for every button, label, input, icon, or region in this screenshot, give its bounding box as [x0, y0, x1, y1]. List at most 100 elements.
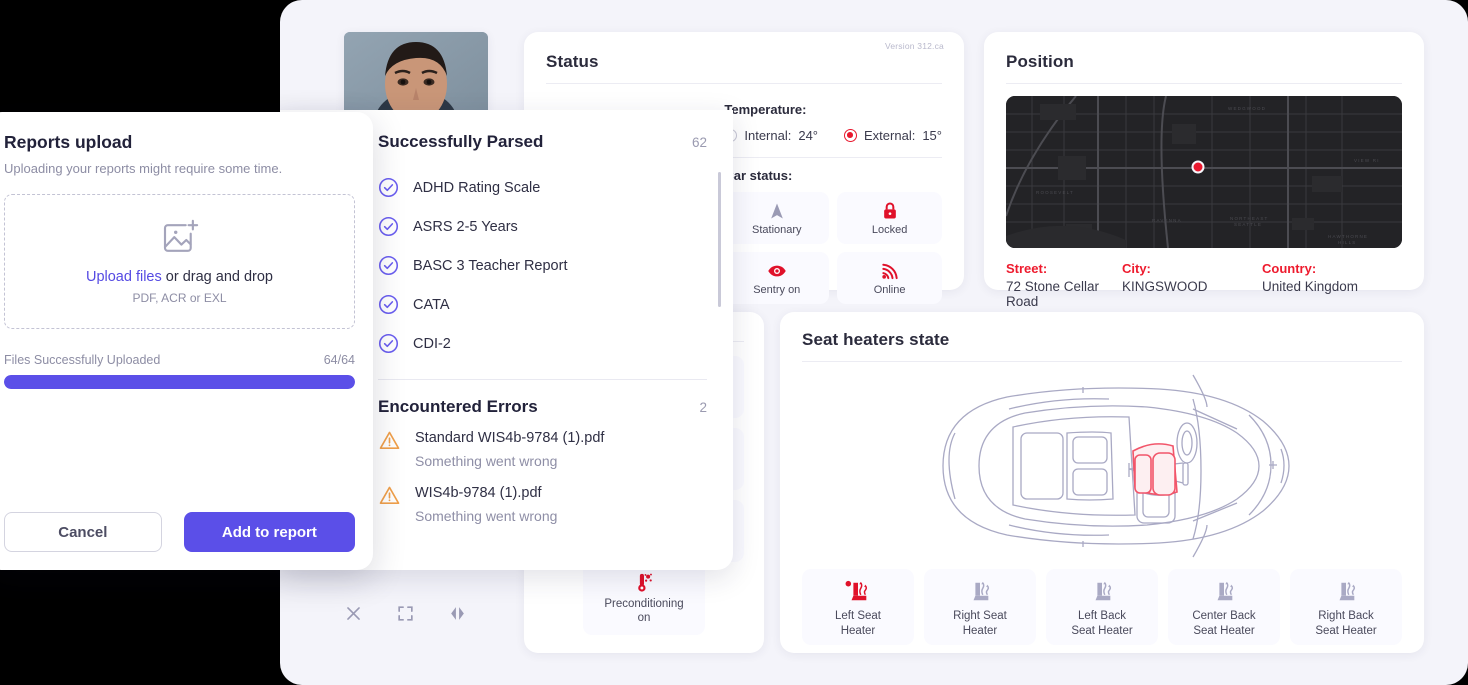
address-key: Country: — [1262, 261, 1317, 276]
list-item-label: CATA — [413, 296, 450, 313]
progress-bar — [4, 375, 355, 389]
divider — [546, 83, 942, 84]
encountered-errors-title: Encountered Errors — [378, 397, 538, 416]
list-item[interactable]: ADHD Rating Scale — [378, 168, 707, 207]
successfully-parsed-title: Successfully Parsed — [378, 132, 544, 151]
screen-root: Version 312.ca Status Temperature: Inter… — [0, 0, 1468, 685]
svg-text:HILLS: HILLS — [1338, 240, 1357, 245]
heater-tile-right-seat[interactable]: Right Seat Heater — [924, 569, 1036, 645]
fullscreen-button[interactable] — [392, 600, 418, 626]
status-tile-online[interactable]: Online — [837, 252, 942, 304]
signal-wifi-icon — [881, 263, 898, 279]
list-item-label: BASC 3 Teacher Report — [413, 257, 568, 274]
eye-icon — [768, 265, 786, 276]
svg-text:HAWTHORNE: HAWTHORNE — [1328, 234, 1368, 239]
status-tile-locked[interactable]: Locked — [837, 192, 942, 244]
status-tile-sentry[interactable]: Sentry on — [724, 252, 830, 304]
list-item[interactable]: BASC 3 Teacher Report — [378, 246, 707, 285]
svg-text:VIEW RI: VIEW RI — [1354, 158, 1380, 163]
list-item-label: ASRS 2-5 Years — [413, 218, 518, 235]
temp-internal-label: Internal: — [744, 128, 792, 143]
temp-option-internal[interactable]: Internal: 24° — [724, 128, 818, 143]
status-tile-label: Online — [873, 283, 906, 296]
error-file-name: Standard WIS4b-9784 (1).pdf — [415, 430, 605, 446]
divider — [378, 379, 707, 380]
list-item-label: CDI-2 — [413, 335, 451, 352]
file-dropzone[interactable]: Upload files or drag and drop PDF, ACR o… — [4, 194, 355, 329]
seat-heaters-card: Seat heaters state Left Seat Heater Righ… — [780, 312, 1424, 653]
address-value: United Kingdom — [1262, 279, 1359, 294]
status-tile-stationary[interactable]: Stationary — [724, 192, 830, 244]
list-item[interactable]: CDI-2 — [378, 324, 707, 363]
heater-tile-label: Left Seat Heater — [834, 610, 882, 637]
progress-label: Files Successfully Uploaded — [4, 353, 161, 367]
divider — [1006, 83, 1402, 84]
heater-tiles: Left Seat Heater Right Seat Heater Left … — [802, 569, 1402, 645]
seat-heater-icon — [973, 581, 990, 601]
preconditioning-tile[interactable]: Preconditioning on — [583, 561, 705, 635]
status-tile-label: Sentry on — [753, 283, 801, 296]
parsed-items-list[interactable]: ADHD Rating Scale ASRS 2-5 Years BASC 3 … — [378, 168, 721, 363]
fullscreen-icon — [397, 605, 413, 621]
split-view-button[interactable] — [444, 600, 470, 626]
dropzone-caption: Upload files or drag and drop — [86, 269, 273, 285]
svg-text:RAVENNA: RAVENNA — [1152, 218, 1182, 223]
heater-tile-left-seat[interactable]: Left Seat Heater — [802, 569, 914, 645]
svg-text:ROOSEVELT: ROOSEVELT — [1036, 190, 1074, 195]
list-item[interactable]: WIS4b-9784 (1).pdf Something went wrong — [378, 484, 707, 524]
check-circle-icon — [378, 177, 399, 198]
error-message: Something went wrong — [415, 508, 558, 524]
heater-tile-label: Center Back Seat Heater — [1192, 610, 1256, 637]
add-to-report-button[interactable]: Add to report — [183, 512, 355, 552]
seat-heater-icon — [1217, 581, 1234, 601]
address-city: City: KINGSWOOD — [1122, 261, 1262, 309]
encountered-errors-header: Encountered Errors 2 — [378, 397, 707, 417]
progress-count: 64/64 — [323, 353, 355, 367]
list-item-label: ADHD Rating Scale — [413, 179, 541, 196]
list-item[interactable]: Standard WIS4b-9784 (1).pdf Something we… — [378, 429, 707, 469]
map-view[interactable]: WEDGWOOD VIEW RI ROOSEVELT RAVENNA NORTH… — [1006, 96, 1402, 248]
svg-text:SEATTLE: SEATTLE — [1234, 222, 1262, 227]
error-items-list: Standard WIS4b-9784 (1).pdf Something we… — [378, 429, 707, 524]
heater-tile-center-back-seat[interactable]: Center Back Seat Heater — [1168, 569, 1280, 645]
error-body: Standard WIS4b-9784 (1).pdf Something we… — [415, 429, 604, 469]
warning-triangle-icon — [379, 486, 400, 504]
error-file-name: WIS4b-9784 (1).pdf — [415, 485, 542, 501]
check-circle-icon — [378, 294, 399, 315]
address-key: Street: — [1006, 261, 1048, 276]
temperature-label: Temperature: — [724, 102, 807, 117]
dialog-actions: Cancel Add to report — [4, 512, 355, 552]
close-button[interactable] — [340, 600, 366, 626]
check-circle-icon — [378, 333, 399, 354]
seat-heater-icon — [845, 581, 868, 601]
successfully-parsed-header: Successfully Parsed 62 — [378, 132, 707, 152]
bottom-toolbar — [340, 600, 470, 626]
cancel-button[interactable]: Cancel — [4, 512, 162, 552]
list-item[interactable]: ASRS 2-5 Years — [378, 207, 707, 246]
upload-files-link[interactable]: Upload files — [86, 269, 162, 285]
heater-tile-left-back-seat[interactable]: Left Back Seat Heater — [1046, 569, 1158, 645]
status-tile-label: Stationary — [752, 223, 802, 236]
list-scrollbar[interactable] — [718, 172, 721, 307]
status-card-title: Status — [546, 52, 599, 71]
address-country: Country: United Kingdom — [1262, 261, 1402, 309]
temp-external-label: External: — [864, 128, 916, 143]
error-message: Something went wrong — [415, 453, 558, 469]
warning-triangle-icon — [379, 431, 400, 449]
seat-heater-icon — [1095, 581, 1112, 601]
list-item[interactable]: CATA — [378, 285, 707, 324]
heater-tile-label: Right Back Seat Heater — [1315, 610, 1377, 637]
heater-tile-label: Right Seat Heater — [953, 610, 1007, 637]
heater-tile-right-back-seat[interactable]: Right Back Seat Heater — [1290, 569, 1402, 645]
error-body: WIS4b-9784 (1).pdf Something went wrong — [415, 484, 557, 524]
temp-option-external[interactable]: External: 15° — [844, 128, 942, 143]
radio-external-icon[interactable] — [844, 129, 858, 142]
heater-tile-label: Left Back Seat Heater — [1071, 610, 1133, 637]
address-value: 72 Stone Cellar Road — [1006, 279, 1100, 309]
svg-text:NORTHEAST: NORTHEAST — [1230, 216, 1268, 221]
preconditioning-label: Preconditioning on — [604, 597, 684, 624]
dialog-subtitle: Uploading your reports might require som… — [4, 161, 283, 176]
position-card: Position WEDGWOOD VIEW RI ROOSEVELT RAVE… — [984, 32, 1424, 309]
position-card-title: Position — [1006, 52, 1074, 71]
progress-row: Files Successfully Uploaded 64/64 — [4, 353, 355, 367]
